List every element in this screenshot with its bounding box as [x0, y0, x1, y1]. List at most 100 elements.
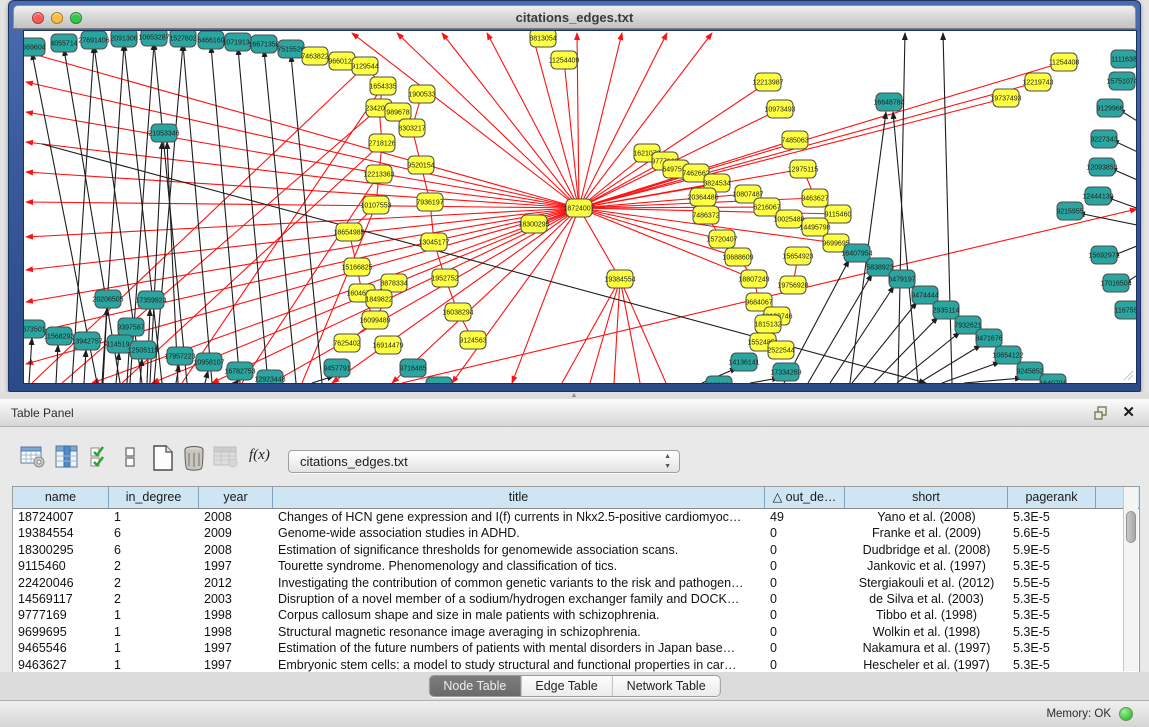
column-header-short[interactable]: short [845, 487, 1008, 508]
graph-node[interactable]: 13045177 [418, 233, 449, 251]
graph-edge[interactable] [893, 112, 918, 383]
column-header-title[interactable]: title [273, 487, 765, 508]
graph-edge[interactable] [579, 33, 622, 208]
table-cell[interactable]: 5.3E-5 [1008, 509, 1096, 525]
graph-node[interactable]: 16782753 [224, 362, 255, 380]
table-cell[interactable]: 14569117 [13, 591, 109, 607]
graph-node[interactable]: 10958107 [193, 353, 224, 371]
table-cell[interactable]: 9463627 [13, 657, 109, 673]
graph-node[interactable]: 10107553 [360, 196, 391, 214]
table-cell[interactable]: 0 [765, 657, 845, 673]
table-cell[interactable]: Stergiakouli et al. (2012) [845, 575, 1008, 591]
table-cell[interactable]: Tourette syndrome. Phenomenology and cla… [273, 558, 765, 574]
table-cell[interactable]: 2 [109, 591, 199, 607]
table-cell[interactable]: Corpus callosum shape and size in male p… [273, 607, 765, 623]
function-builder-icon[interactable]: f(x) [249, 447, 270, 464]
graph-node[interactable]: 989678 [385, 103, 411, 121]
graph-node[interactable]: 4055714 [50, 34, 77, 52]
graph-node[interactable]: 10688609 [722, 248, 753, 266]
graph-edge[interactable] [830, 286, 894, 383]
table-cell[interactable]: Embryonic stem cells: a model to study s… [273, 657, 765, 673]
table-row[interactable]: 1872400712008Changes of HCN gene express… [13, 509, 1139, 525]
graph-edge[interactable] [943, 33, 952, 383]
table-cell[interactable]: 9777169 [13, 607, 109, 623]
show-columns-icon[interactable] [55, 445, 79, 469]
table-cell[interactable]: 2008 [199, 542, 273, 558]
graph-node[interactable]: 1654335 [369, 77, 396, 95]
graph-node[interactable]: 17359924 [135, 291, 166, 309]
graph-node[interactable]: 17957223 [164, 347, 195, 365]
table-cell[interactable]: Wolkin et al. (1998) [845, 624, 1008, 640]
table-cell[interactable]: 1 [109, 624, 199, 640]
graph-node[interactable]: 14136141 [728, 353, 759, 371]
table-cell[interactable]: 0 [765, 607, 845, 623]
graph-edge[interactable] [211, 46, 240, 383]
graph-node[interactable]: 6479197 [888, 270, 915, 288]
graph-node[interactable]: 18654985 [333, 223, 364, 241]
table-cell[interactable]: 6 [109, 542, 199, 558]
table-cell[interactable]: 2009 [199, 525, 273, 541]
table-cell[interactable]: de Silva et al. (2003) [845, 591, 1008, 607]
graph-node[interactable]: 8471676 [975, 329, 1002, 347]
table-cell[interactable]: 0 [765, 640, 845, 656]
table-row[interactable]: 946554611997Estimation of the future num… [13, 640, 1139, 656]
table-row[interactable]: 2242004622012Investigating the contribut… [13, 575, 1139, 591]
graph-node[interactable]: 2522544 [767, 341, 794, 359]
graph-node[interactable]: 8813054 [529, 31, 556, 47]
column-header-in_degree[interactable]: in_degree [109, 487, 199, 508]
graph-node[interactable]: 7463822 [301, 47, 328, 65]
table-cell[interactable]: 1997 [199, 657, 273, 673]
table-cell[interactable]: Estimation of the future numbers of pati… [273, 640, 765, 656]
graph-edge[interactable] [808, 274, 872, 383]
graph-node[interactable]: 15751074 [1106, 72, 1137, 90]
table-cell[interactable]: 22420046 [13, 575, 109, 591]
graph-edge[interactable] [205, 371, 208, 383]
table-cell[interactable]: Nakamura et al. (1997) [845, 640, 1008, 656]
graph-node[interactable]: 9474444 [911, 286, 938, 304]
table-cell[interactable]: 19384554 [13, 525, 109, 541]
table-cell[interactable]: 2003 [199, 591, 273, 607]
graph-edge[interactable] [26, 82, 579, 208]
graph-node[interactable]: 2091306 [110, 31, 137, 47]
graph-node[interactable]: 20206505 [92, 290, 123, 308]
graph-node[interactable]: 12093853 [1086, 158, 1117, 176]
graph-edge[interactable] [238, 48, 268, 383]
graph-edge[interactable] [614, 279, 620, 383]
graph-edge[interactable] [26, 52, 579, 208]
table-cell[interactable]: 5.9E-5 [1008, 542, 1096, 558]
table-cell[interactable]: Disruption of a novel member of a sodium… [273, 591, 765, 607]
table-cell[interactable]: 5.3E-5 [1008, 657, 1096, 673]
table-settings-icon[interactable] [20, 445, 46, 469]
table-cell[interactable]: Investigating the contribution of common… [273, 575, 765, 591]
graph-edge[interactable] [874, 317, 938, 383]
graph-node[interactable]: 9716485 [399, 359, 426, 377]
graph-edge[interactable] [56, 345, 58, 383]
graph-node[interactable]: 12505115 [128, 341, 159, 359]
graph-node[interactable]: 7936197 [416, 193, 443, 211]
table-cell[interactable]: 5.3E-5 [1008, 591, 1096, 607]
table-cell[interactable]: 5.5E-5 [1008, 575, 1096, 591]
table-cell[interactable]: 5.3E-5 [1008, 558, 1096, 574]
graph-node[interactable]: 15720407 [706, 230, 737, 248]
graph-node[interactable]: 19384554 [604, 270, 635, 288]
graph-node[interactable]: 1111638 [1111, 50, 1137, 68]
graph-node[interactable]: 12219743 [1022, 73, 1053, 91]
graph-node[interactable]: 9245852 [1016, 362, 1043, 380]
graph-edge[interactable] [579, 33, 667, 208]
graph-edge[interactable] [562, 279, 620, 383]
table-cell[interactable]: 1 [109, 607, 199, 623]
graph-node[interactable]: 7485063 [781, 131, 808, 149]
table-cell[interactable]: 5.3E-5 [1008, 607, 1096, 623]
table-cell[interactable]: Genome-wide association studies in ADHD. [273, 525, 765, 541]
table-cell[interactable]: 2 [109, 575, 199, 591]
table-cell[interactable]: 49 [765, 509, 845, 525]
graph-node[interactable]: 1849822 [365, 290, 392, 308]
tab-node-table[interactable]: Node Table [429, 676, 521, 696]
graph-edge[interactable] [84, 350, 86, 383]
graph-node[interactable]: 12213987 [752, 73, 783, 91]
graph-edge[interactable] [116, 353, 119, 383]
graph-node[interactable]: 1527602 [169, 31, 196, 47]
graph-node[interactable]: 9129966 [1096, 99, 1123, 117]
table-cell[interactable]: 0 [765, 525, 845, 541]
graph-edge[interactable] [898, 33, 905, 383]
